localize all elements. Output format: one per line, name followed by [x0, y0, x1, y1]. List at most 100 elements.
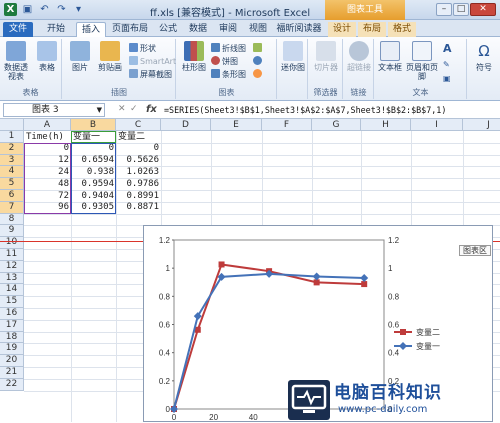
shapes-button[interactable]: 形状	[129, 43, 156, 54]
insert-function-button[interactable]: fx	[146, 104, 157, 115]
row-header-8[interactable]: 8	[0, 213, 24, 226]
row-header-13[interactable]: 13	[0, 272, 24, 285]
area-chart-button[interactable]	[253, 43, 264, 54]
row-header-14[interactable]: 14	[0, 284, 24, 297]
cell-a1[interactable]: Time(h)	[24, 132, 71, 143]
tab-home[interactable]: 开始	[38, 22, 74, 37]
worksheet-grid[interactable]: ABCDEFGHIJ 1 2 3 4 5 6 7 8 9 10 11 12 13 14 15 16 17 18 19…	[0, 119, 500, 422]
cancel-formula-icon[interactable]: ✕	[118, 104, 126, 114]
scatter-chart-button[interactable]	[253, 56, 264, 67]
tab-insert[interactable]: 插入	[76, 22, 106, 37]
name-box[interactable]: 图表 3 ▼	[3, 103, 105, 117]
column-header-e[interactable]: E	[211, 119, 262, 131]
y-tick-label-right: 0.6	[388, 321, 400, 330]
column-header-g[interactable]: G	[312, 119, 361, 131]
slicer-icon	[316, 41, 336, 61]
chevron-down-icon[interactable]: ▼	[97, 104, 102, 116]
tab-review[interactable]: 审阅	[214, 22, 242, 37]
clipart-button[interactable]: 剪贴画	[95, 41, 125, 72]
header-footer-button[interactable]: 页眉和页脚	[405, 41, 439, 81]
column-header-c[interactable]: C	[116, 119, 161, 131]
wordart-icon[interactable]: A	[443, 43, 452, 54]
object-icon[interactable]: ▣	[443, 73, 451, 84]
hyperlink-button[interactable]: 超链接	[346, 41, 372, 72]
tab-foxit-reader[interactable]: 福昕阅读器	[274, 22, 324, 37]
textbox-button[interactable]: 文本框	[377, 41, 403, 72]
maximize-button[interactable]: □	[453, 3, 469, 16]
cell-c1[interactable]: 变量二	[116, 132, 161, 143]
row-header-10[interactable]: 10	[0, 237, 24, 249]
window-title: ff.xls [兼容模式] - Microsoft Excel	[150, 8, 311, 19]
picture-button[interactable]: 图片	[67, 41, 93, 72]
cell-c7[interactable]: 0.8871	[116, 202, 161, 213]
row-header-20[interactable]: 20	[0, 355, 24, 367]
symbol-button[interactable]: Ω 符号	[470, 41, 498, 72]
row-header-22[interactable]: 22	[0, 378, 24, 391]
pivot-table-button[interactable]: 数据透视表	[2, 41, 30, 81]
cell-c2[interactable]: 0	[116, 143, 161, 154]
enter-formula-icon[interactable]: ✓	[130, 104, 138, 114]
table-button[interactable]: 表格	[34, 41, 60, 72]
row-header-21[interactable]: 21	[0, 367, 24, 379]
row-header-5[interactable]: 5	[0, 178, 24, 190]
column-header-f[interactable]: F	[262, 119, 312, 131]
column-chart-button[interactable]: 柱形图	[181, 41, 207, 72]
row-header-11[interactable]: 11	[0, 249, 24, 261]
tab-design[interactable]: 设计	[328, 22, 356, 37]
row-header-7[interactable]: 7	[0, 201, 24, 214]
tab-data[interactable]: 数据	[184, 22, 212, 37]
screenshot-button[interactable]: 屏幕截图	[129, 69, 172, 80]
row-header-17[interactable]: 17	[0, 319, 24, 332]
tab-page-layout[interactable]: 页面布局	[108, 22, 152, 37]
smartart-button[interactable]: SmartArt	[129, 56, 176, 67]
column-header-h[interactable]: H	[361, 119, 411, 131]
group-label-charts: 图表	[218, 88, 235, 97]
save-icon[interactable]: ▣	[21, 3, 34, 16]
pie-chart-button[interactable]: 饼图	[211, 56, 238, 67]
column-header-j[interactable]: J	[463, 119, 500, 131]
slicer-button[interactable]: 切片器	[312, 41, 340, 72]
sparklines-button[interactable]: 迷你图	[280, 41, 306, 72]
tab-view[interactable]: 视图	[244, 22, 272, 37]
redo-icon[interactable]: ↷	[55, 3, 68, 16]
cell-c6[interactable]: 0.8991	[116, 191, 161, 202]
tab-format[interactable]: 格式	[388, 22, 416, 37]
row-header-4[interactable]: 4	[0, 166, 24, 179]
bar-chart-button[interactable]: 条形图	[211, 69, 246, 80]
cell-c3[interactable]: 0.5626	[116, 155, 161, 166]
tab-layout[interactable]: 布局	[358, 22, 386, 37]
column-header-i[interactable]: I	[411, 119, 463, 131]
undo-icon[interactable]: ↶	[38, 3, 51, 16]
row-header-9[interactable]: 9	[0, 225, 24, 238]
other-charts-button[interactable]	[253, 69, 264, 80]
signature-icon[interactable]: ✎	[443, 59, 450, 70]
formula-input[interactable]: =SERIES(Sheet3!$B$1,Sheet3!$A$2:$A$7,She…	[164, 105, 446, 115]
cell-c5[interactable]: 0.9786	[116, 179, 161, 190]
column-header-d[interactable]: D	[161, 119, 211, 131]
excel-app-icon[interactable]: X	[4, 3, 17, 16]
row-header-15[interactable]: 15	[0, 296, 24, 308]
column-header-a[interactable]: A	[24, 119, 71, 131]
cell-c4[interactable]: 1.0263	[116, 167, 161, 178]
select-all-corner[interactable]	[0, 119, 24, 131]
y-tick-label-left: 1	[166, 264, 171, 273]
minimize-button[interactable]: –	[436, 3, 452, 16]
tab-file[interactable]: 文件	[3, 22, 33, 37]
row-header-19[interactable]: 19	[0, 343, 24, 356]
row-header-6[interactable]: 6	[0, 190, 24, 202]
line-chart-button[interactable]: 折线图	[211, 43, 246, 54]
group-label-text: 文本	[412, 88, 429, 97]
row-header-16[interactable]: 16	[0, 308, 24, 320]
customize-icon[interactable]: ▾	[72, 3, 85, 16]
column-header-b[interactable]: B	[71, 119, 116, 131]
close-button[interactable]: ✕	[470, 3, 496, 16]
area-chart-icon	[253, 43, 262, 52]
row-header-3[interactable]: 3	[0, 154, 24, 167]
row-header-18[interactable]: 18	[0, 331, 24, 344]
row-header-2[interactable]: 2	[0, 142, 24, 155]
row-header-12[interactable]: 12	[0, 260, 24, 273]
series-values-range	[71, 142, 116, 214]
data-point	[361, 281, 368, 288]
tab-formulas[interactable]: 公式	[154, 22, 182, 37]
row-header-1[interactable]: 1	[0, 131, 24, 143]
